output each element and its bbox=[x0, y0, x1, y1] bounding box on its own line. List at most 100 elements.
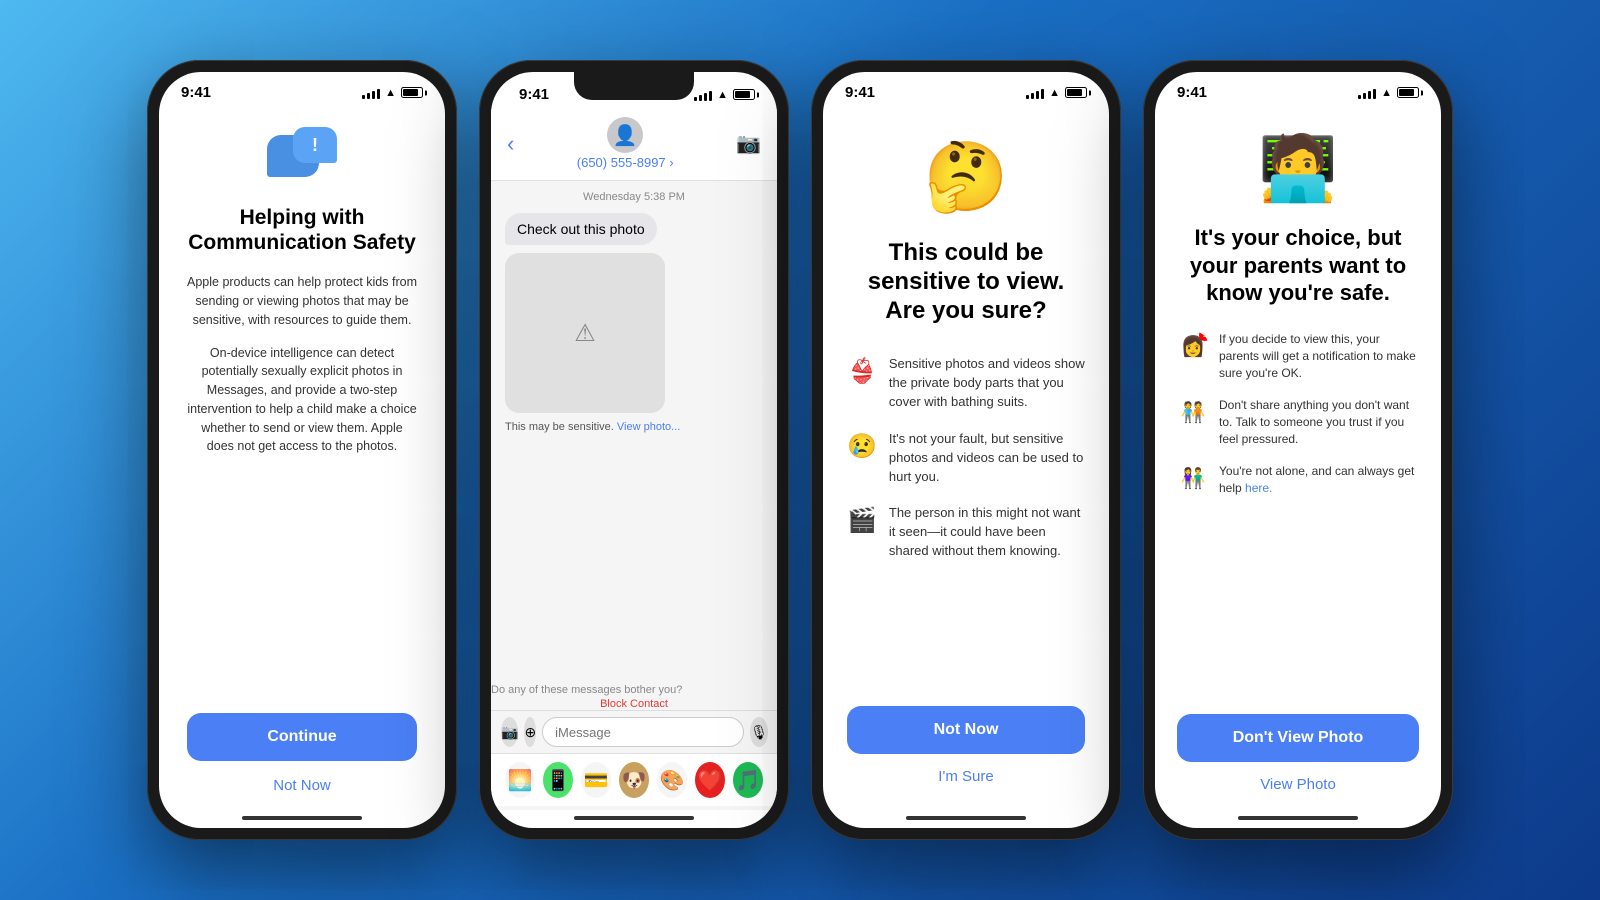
music-icon[interactable]: 🎵 bbox=[733, 762, 763, 798]
sad-face-icon: 😢 bbox=[847, 432, 877, 461]
battery-icon-1 bbox=[401, 87, 423, 98]
imessage-input[interactable] bbox=[542, 717, 744, 747]
time-2: 9:41 bbox=[519, 86, 549, 103]
message-image: ⚠ bbox=[505, 253, 665, 413]
wifi-icon-3: ▲ bbox=[1049, 87, 1060, 99]
battery-icon-4 bbox=[1397, 87, 1419, 98]
phone3-content: 🤔 This could be sensitive to view. Are y… bbox=[823, 107, 1109, 810]
not-now-button-1[interactable]: Not Now bbox=[273, 777, 331, 794]
warning-icon: ⚠ bbox=[574, 319, 596, 348]
im-sure-button[interactable]: I'm Sure bbox=[847, 768, 1085, 785]
phone3-actions: Not Now I'm Sure bbox=[847, 706, 1085, 790]
status-bar-4: 9:41 ▲ bbox=[1155, 72, 1441, 107]
wifi-icon-1: ▲ bbox=[385, 87, 396, 99]
contact-name[interactable]: (650) 555-8997 › bbox=[577, 155, 674, 170]
status-icons-1: ▲ bbox=[362, 87, 423, 99]
status-icons-3: ▲ bbox=[1026, 87, 1087, 99]
continue-button[interactable]: Continue bbox=[187, 713, 417, 761]
info-item-3-1: 👙 Sensitive photos and videos show the p… bbox=[847, 355, 1085, 412]
messages-body: Wednesday 5:38 PM Check out this photo ⚠… bbox=[491, 181, 777, 680]
time-4: 9:41 bbox=[1177, 84, 1207, 101]
time-1: 9:41 bbox=[181, 84, 211, 101]
person-laptop-emoji: 🧑‍💻 bbox=[1258, 131, 1338, 206]
battery-icon-3 bbox=[1065, 87, 1087, 98]
status-icons-2: ▲ bbox=[694, 89, 755, 101]
help-icon: 👫 bbox=[1177, 463, 1209, 495]
block-notice: Do any of these messages bother you? bbox=[491, 678, 682, 700]
phone4-title: It's your choice, but your parents want … bbox=[1177, 224, 1419, 307]
info-item-3-3: 🎬 The person in this might not want it s… bbox=[847, 504, 1085, 561]
status-bar-1: 9:41 ▲ bbox=[159, 72, 445, 107]
home-indicator-3 bbox=[906, 816, 1026, 820]
apps-button[interactable]: ⊕ bbox=[524, 717, 536, 747]
info-item-4-2: 🧑‍🤝‍🧑 Don't share anything you don't wan… bbox=[1177, 397, 1419, 449]
camera-button[interactable]: 📷 bbox=[501, 717, 518, 747]
trust-icon: 🧑‍🤝‍🧑 bbox=[1177, 397, 1209, 429]
info-list-3: 👙 Sensitive photos and videos show the p… bbox=[847, 355, 1085, 706]
info-text-4-1: If you decide to view this, your parents… bbox=[1219, 331, 1419, 383]
wifi-icon-2: ▲ bbox=[717, 89, 728, 101]
messages-header: ‹ 👤 (650) 555-8997 › 📷 bbox=[491, 109, 777, 181]
phone2-content: Wednesday 5:38 PM Check out this photo ⚠… bbox=[491, 181, 777, 810]
bathing-suit-icon: 👙 bbox=[847, 357, 877, 386]
battery-icon-2 bbox=[733, 89, 755, 100]
info-text-3-1: Sensitive photos and videos show the pri… bbox=[889, 355, 1085, 412]
phone1-title: Helping with Communication Safety bbox=[187, 205, 417, 255]
audio-button[interactable]: 🎙 bbox=[750, 717, 768, 747]
input-bar: 📷 ⊕ 🎙 bbox=[491, 710, 777, 753]
info-item-3-2: 😢 It's not your fault, but sensitive pho… bbox=[847, 430, 1085, 487]
home-indicator-2 bbox=[574, 816, 694, 820]
signal-icon-4 bbox=[1358, 87, 1376, 99]
view-photo-link[interactable]: View photo... bbox=[617, 421, 680, 433]
phone4-content: 🧑‍💻 It's your choice, but your parents w… bbox=[1155, 107, 1441, 810]
sensitive-notice: This may be sensitive. View photo... bbox=[505, 421, 763, 433]
signal-icon-1 bbox=[362, 87, 380, 99]
info-item-4-3: 👫 You're not alone, and can always get h… bbox=[1177, 463, 1419, 498]
info-list-4: 👩 1 If you decide to view this, your par… bbox=[1177, 331, 1419, 699]
appstore-icon[interactable]: 📱 bbox=[543, 762, 573, 798]
emoji-icon[interactable]: 🐶 bbox=[619, 762, 649, 798]
info-text-3-2: It's not your fault, but sensitive photo… bbox=[889, 430, 1085, 487]
message-bubble: Check out this photo bbox=[505, 213, 657, 245]
phone4-actions: Don't View Photo View Photo bbox=[1177, 698, 1419, 794]
phone-4: 9:41 ▲ 🧑‍💻 It's your choice, b bbox=[1143, 60, 1453, 840]
messages-footer: Do any of these messages bother you? Blo… bbox=[491, 680, 777, 810]
hearts-icon[interactable]: ❤️ bbox=[695, 762, 725, 798]
phone-3: 9:41 ▲ 🤔 This could be sensitiv bbox=[811, 60, 1121, 840]
film-icon: 🎬 bbox=[847, 506, 877, 535]
video-call-button[interactable]: 📷 bbox=[736, 131, 761, 156]
phone3-title: This could be sensitive to view. Are you… bbox=[847, 239, 1085, 325]
view-photo-button[interactable]: View Photo bbox=[1177, 776, 1419, 793]
not-now-button-3[interactable]: Not Now bbox=[847, 706, 1085, 754]
phone1-body1: Apple products can help protect kids fro… bbox=[187, 273, 417, 329]
phone1-body2: On-device intelligence can detect potent… bbox=[187, 344, 417, 457]
contact-info: 👤 (650) 555-8997 › bbox=[577, 117, 674, 170]
phones-container: 9:41 ▲ bbox=[147, 60, 1453, 840]
signal-icon-2 bbox=[694, 89, 712, 101]
time-3: 9:41 bbox=[845, 84, 875, 101]
home-indicator-4 bbox=[1238, 816, 1358, 820]
phone-1: 9:41 ▲ bbox=[147, 60, 457, 840]
phone1-content: ! Helping with Communication Safety Appl… bbox=[159, 107, 445, 810]
applepay-icon[interactable]: 💳 bbox=[581, 762, 611, 798]
home-indicator-1 bbox=[242, 816, 362, 820]
thinking-emoji: 🤔 bbox=[924, 137, 1009, 217]
dont-view-photo-button[interactable]: Don't View Photo bbox=[1177, 714, 1419, 762]
info-item-4-1: 👩 1 If you decide to view this, your par… bbox=[1177, 331, 1419, 383]
status-icons-4: ▲ bbox=[1358, 87, 1419, 99]
back-button[interactable]: ‹ bbox=[507, 131, 514, 157]
stickers-icon[interactable]: 🎨 bbox=[657, 762, 687, 798]
message-timestamp: Wednesday 5:38 PM bbox=[505, 191, 763, 203]
signal-icon-3 bbox=[1026, 87, 1044, 99]
status-bar-3: 9:41 ▲ bbox=[823, 72, 1109, 107]
photos-app-icon[interactable]: 🌅 bbox=[505, 762, 535, 798]
app-drawer: 🌅 📱 💳 🐶 🎨 ❤️ 🎵 bbox=[491, 753, 777, 806]
info-text-4-3: You're not alone, and can always get hel… bbox=[1219, 463, 1419, 498]
parent-notification-icon: 👩 1 bbox=[1177, 331, 1209, 363]
contact-avatar: 👤 bbox=[607, 117, 643, 153]
here-link[interactable]: here. bbox=[1245, 481, 1272, 495]
info-text-4-2: Don't share anything you don't want to. … bbox=[1219, 397, 1419, 449]
wifi-icon-4: ▲ bbox=[1381, 87, 1392, 99]
phone-2: 9:41 ▲ ‹ bbox=[479, 60, 789, 840]
communication-safety-icon: ! bbox=[267, 127, 337, 187]
